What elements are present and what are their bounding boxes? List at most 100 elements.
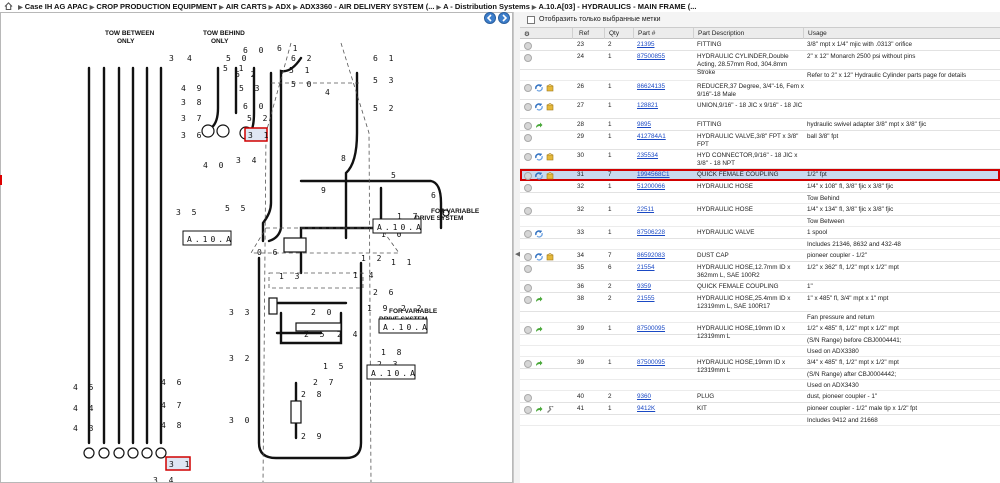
select-circle-icon[interactable]	[524, 326, 532, 334]
blue-icon[interactable]	[535, 172, 543, 180]
part-number-link[interactable]: 9359	[637, 283, 651, 291]
part-number-link[interactable]: 21555	[637, 295, 655, 303]
callout-31-highlight[interactable]: 3 1 3 1	[165, 127, 271, 471]
select-circle-icon[interactable]	[524, 172, 532, 180]
table-row[interactable]: 26 1 86624135 REDUCER,37 Degree, 3/4"-16, F…	[520, 81, 1000, 100]
blue-icon[interactable]	[535, 230, 543, 238]
table-row[interactable]: 31 7 1994568C1 QUICK FEMALE COUPLING 1/2" fp…	[520, 169, 1000, 181]
blue-icon[interactable]	[535, 103, 543, 111]
breadcrumb-item[interactable]: A.10.A[03] - HYDRAULICS - MAIN FRAME (..…	[539, 2, 697, 11]
table-row[interactable]: 36 2 9359 QUICK FEMALE COUPLING 1"	[520, 281, 1000, 293]
blue-icon[interactable]	[535, 253, 543, 261]
show-selected-checkbox[interactable]	[527, 15, 535, 24]
select-circle-icon[interactable]	[524, 122, 532, 130]
table-row[interactable]: 34 7 86592083 DUST CAP pioneer coupler - 1/2…	[520, 250, 1000, 262]
select-circle-icon[interactable]	[524, 265, 532, 273]
table-row[interactable]: 30 1 235534 HYD CONNECTOR,9/16" - 18 JIC x …	[520, 150, 1000, 169]
blue-icon[interactable]	[535, 153, 543, 161]
parts-diagram[interactable]: 3 4 3 5 4 5 4 4 4 3 4 6 4 7 4 8 3 4 4 9 3 8 3 7…	[0, 12, 513, 483]
part-number-link[interactable]: 412784A1	[637, 133, 666, 141]
table-row[interactable]: 41 1 9412K KIT pioneer coupler - 1/2" male t…	[520, 403, 1000, 415]
header-usage[interactable]: Usage	[808, 30, 827, 37]
select-circle-icon[interactable]	[524, 134, 532, 142]
next-page-button[interactable]	[498, 12, 510, 24]
table-row[interactable]: 33 1 87506228 HYDRAULIC VALVE 1 spool	[520, 227, 1000, 239]
table-row[interactable]: 32 1 22511 HYDRAULIC HOSE 1/4" x 134" fl, 3/…	[520, 204, 1000, 216]
table-row[interactable]: 23 2 21395 FITTING 3/8" mpt x 1/4" mjic with…	[520, 39, 1000, 51]
table-row[interactable]: 35 6 21554 HYDRAULIC HOSE,12.7mm ID x 362mm…	[520, 262, 1000, 281]
select-circle-icon[interactable]	[524, 184, 532, 192]
cell-ref: 39	[577, 359, 585, 366]
header-description[interactable]: Part Description	[698, 30, 744, 37]
box-icon[interactable]	[546, 103, 554, 111]
part-number-link[interactable]: 9412K	[637, 405, 655, 413]
table-row[interactable]: 38 2 21555 HYDRAULIC HOSE,25.4mm ID x 12319…	[520, 293, 1000, 312]
part-number-link[interactable]: 86592083	[637, 252, 665, 260]
select-circle-icon[interactable]	[524, 296, 532, 304]
table-row[interactable]: 24 1 87500855 HYDRAULIC CYLINDER,Double Act…	[520, 51, 1000, 76]
part-number-link[interactable]: 9895	[637, 121, 651, 129]
select-circle-icon[interactable]	[524, 207, 532, 215]
part-number-link[interactable]: 21395	[637, 41, 655, 49]
table-row[interactable]: 28 1 9895 FITTING hydraulic swivel adapter 3…	[520, 119, 1000, 131]
breadcrumb-item[interactable]: AIR CARTS	[226, 2, 267, 11]
select-circle-icon[interactable]	[524, 394, 532, 402]
grid-note-row: Refer to 2" x 12" Hydraulic Cylinder par…	[520, 70, 1000, 81]
table-row[interactable]: 27 1 128821 UNION,9/16" - 18 JIC x 9/16" - …	[520, 100, 1000, 119]
breadcrumb-item[interactable]: ADX3360 - AIR DELIVERY SYSTEM (...	[300, 2, 435, 11]
blue-icon[interactable]	[535, 84, 543, 92]
part-number-link[interactable]: 128821	[637, 102, 658, 110]
part-number-link[interactable]: 235534	[637, 152, 658, 160]
green-icon[interactable]	[535, 406, 543, 414]
table-row[interactable]: 39 1 87500095 HYDRAULIC HOSE,19mm ID x 1231…	[520, 357, 1000, 374]
box-icon[interactable]	[546, 253, 554, 261]
breadcrumb-item[interactable]: Case IH AG APAC	[25, 2, 88, 11]
green-icon[interactable]	[535, 360, 543, 368]
breadcrumb-item[interactable]: ADX	[275, 2, 291, 11]
select-circle-icon[interactable]	[524, 153, 532, 161]
part-number-link[interactable]: 22511	[637, 206, 654, 214]
usage-note: Includes 9412 and 21668	[807, 417, 878, 424]
select-circle-icon[interactable]	[524, 103, 532, 111]
select-circle-icon[interactable]	[524, 54, 532, 62]
panel-splitter[interactable]: ◀	[513, 12, 520, 483]
part-number-link[interactable]: 51200066	[637, 183, 665, 191]
part-number-link[interactable]: 86624135	[637, 83, 665, 91]
select-circle-icon[interactable]	[524, 253, 532, 261]
select-circle-icon[interactable]	[524, 42, 532, 50]
select-circle-icon[interactable]	[524, 230, 532, 238]
green-icon[interactable]	[535, 326, 543, 334]
breadcrumb-item[interactable]: A - Distribution Systems	[443, 2, 530, 11]
table-row[interactable]: 39 1 87500095 HYDRAULIC HOSE,19mm ID x 1231…	[520, 323, 1000, 340]
svg-text:4 5: 4 5	[73, 383, 96, 392]
green-icon[interactable]	[535, 122, 543, 130]
header-qty[interactable]: Qty	[609, 30, 619, 37]
part-number-link[interactable]: 9360	[637, 393, 651, 401]
part-number-link[interactable]: 87500855	[637, 53, 665, 61]
header-icon[interactable]: ⚙	[524, 30, 530, 38]
table-row[interactable]: 29 1 412784A1 HYDRAULIC VALVE,3/8" FPT x 3/…	[520, 131, 1000, 150]
select-circle-icon[interactable]	[524, 360, 532, 368]
box-icon[interactable]	[546, 172, 554, 180]
grid-header: ⚙ Ref Qty Part # Part Description Usage	[520, 28, 1000, 39]
select-circle-icon[interactable]	[524, 284, 532, 292]
select-circle-icon[interactable]	[524, 84, 532, 92]
green-icon[interactable]	[535, 296, 543, 304]
prev-page-button[interactable]	[484, 12, 496, 24]
part-number-link[interactable]: 21554	[637, 264, 655, 272]
part-number-link[interactable]: 87500095	[637, 325, 665, 333]
select-circle-icon[interactable]	[524, 406, 532, 414]
wrench-icon[interactable]	[546, 405, 554, 414]
header-ref[interactable]: Ref	[579, 30, 589, 37]
part-number-link[interactable]: 87500095	[637, 359, 665, 367]
box-icon[interactable]	[546, 84, 554, 92]
breadcrumb-item[interactable]: CROP PRODUCTION EQUIPMENT	[96, 2, 217, 11]
part-number-link[interactable]: 1994568C1	[637, 171, 670, 179]
cell-usage: ball 3/8" fpt	[807, 133, 839, 140]
home-icon[interactable]	[4, 2, 13, 10]
box-icon[interactable]	[546, 153, 554, 161]
table-row[interactable]: 40 2 9360 PLUG dust, pioneer coupler - 1"	[520, 391, 1000, 403]
part-number-link[interactable]: 87506228	[637, 229, 665, 237]
header-part[interactable]: Part #	[638, 30, 655, 37]
table-row[interactable]: 32 1 51200066 HYDRAULIC HOSE 1/4" x 108" fl,…	[520, 181, 1000, 193]
